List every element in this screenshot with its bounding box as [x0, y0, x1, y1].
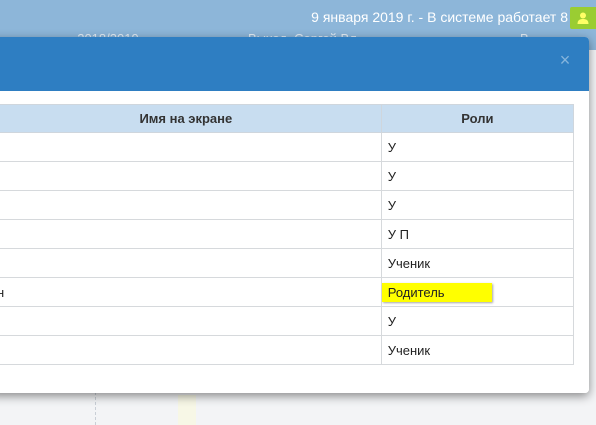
close-dialog-button[interactable]: ×: [557, 49, 573, 71]
user-name-cell: [0, 190, 382, 220]
column-header-roles[interactable]: Роли: [380, 104, 575, 133]
table-row[interactable]: У: [0, 161, 575, 191]
table-row[interactable]: У: [0, 132, 575, 162]
user-roles-cell: У: [380, 306, 575, 336]
table-row[interactable]: Ученик: [0, 335, 575, 365]
user-roles-cell: У: [380, 161, 575, 191]
table-row[interactable]: Ученик: [0, 248, 575, 278]
users-dialog: × Имя на экране Роли У У У У П Ученик н …: [0, 37, 589, 393]
background-divider: [95, 392, 96, 425]
user-name-cell: [0, 248, 382, 278]
highlighted-role: Родитель: [381, 282, 492, 302]
user-name-cell: [0, 335, 382, 365]
table-row[interactable]: У: [0, 190, 575, 220]
user-roles-cell: Ученик: [380, 248, 575, 278]
user-icon: [577, 12, 589, 24]
user-name-cell: н: [0, 277, 382, 307]
table-header-row: Имя на экране Роли: [0, 104, 575, 133]
table-row[interactable]: н Родитель: [0, 277, 575, 307]
user-roles-cell: У: [380, 132, 575, 162]
user-roles-cell: У П: [380, 219, 575, 249]
online-users-button[interactable]: [570, 7, 596, 29]
user-roles-cell: Ученик: [380, 335, 575, 365]
column-header-name[interactable]: Имя на экране: [0, 104, 382, 133]
user-roles-cell: Родитель: [380, 277, 575, 307]
user-name-cell: [0, 219, 382, 249]
user-roles-cell: У: [380, 190, 575, 220]
background-column: [178, 395, 196, 425]
table-row[interactable]: У П: [0, 219, 575, 249]
users-table: Имя на экране Роли У У У У П Ученик н Ро…: [0, 104, 575, 365]
user-name-cell: [0, 306, 382, 336]
dialog-header: ×: [0, 37, 589, 91]
table-row[interactable]: У: [0, 306, 575, 336]
system-status-text: 9 января 2019 г. - В системе работает 8: [311, 9, 568, 25]
dialog-body: Имя на экране Роли У У У У П Ученик н Ро…: [0, 91, 589, 393]
user-name-cell: [0, 132, 382, 162]
user-name-cell: [0, 161, 382, 191]
